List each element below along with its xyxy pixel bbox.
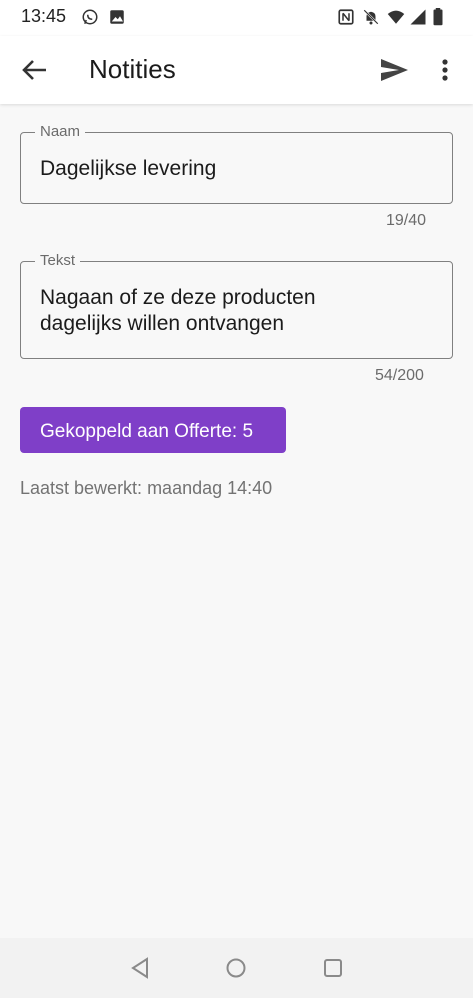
image-icon (110, 10, 124, 24)
wifi-icon (387, 10, 405, 24)
nav-home-icon[interactable] (224, 956, 248, 980)
text-field-value-line-1[interactable]: Nagaan of ze deze producten (40, 285, 316, 311)
nav-recents-icon[interactable] (321, 956, 345, 980)
name-field-label: Naam (35, 123, 86, 141)
send-icon (381, 59, 408, 81)
battery-icon (433, 8, 443, 26)
status-time: 13:45 (21, 6, 67, 26)
back-button[interactable] (18, 56, 50, 84)
send-button[interactable] (378, 54, 410, 86)
name-field-value[interactable]: Dagelijkse levering (40, 156, 216, 182)
last-edited-text: Laatst bewerkt: maandag 14:40 (20, 478, 273, 498)
whatsapp-icon (82, 9, 98, 25)
name-field[interactable]: Naam Dagelijkse levering (20, 123, 453, 204)
name-char-counter: 19/40 (386, 212, 427, 229)
system-nav-bar (0, 938, 473, 998)
nav-back-icon[interactable] (128, 956, 152, 980)
signal-icon (410, 9, 426, 25)
more-options-button[interactable] (436, 56, 454, 84)
more-vertical-icon (442, 59, 448, 81)
text-field[interactable]: Tekst Nagaan of ze deze producten dageli… (20, 252, 453, 359)
status-bar: 13:45 (0, 0, 473, 36)
nfc-icon (338, 9, 354, 25)
arrow-left-icon (22, 60, 46, 80)
text-field-label: Tekst (35, 252, 81, 270)
text-field-value-line-2[interactable]: dagelijks willen ontvangen (40, 311, 284, 337)
app-bar: Notities (0, 36, 473, 104)
linked-quote-button[interactable]: Gekoppeld aan Offerte: 5 (20, 407, 286, 453)
text-char-counter: 54/200 (375, 367, 424, 384)
page-title: Notities (89, 54, 176, 84)
muted-bell-icon (363, 9, 379, 25)
